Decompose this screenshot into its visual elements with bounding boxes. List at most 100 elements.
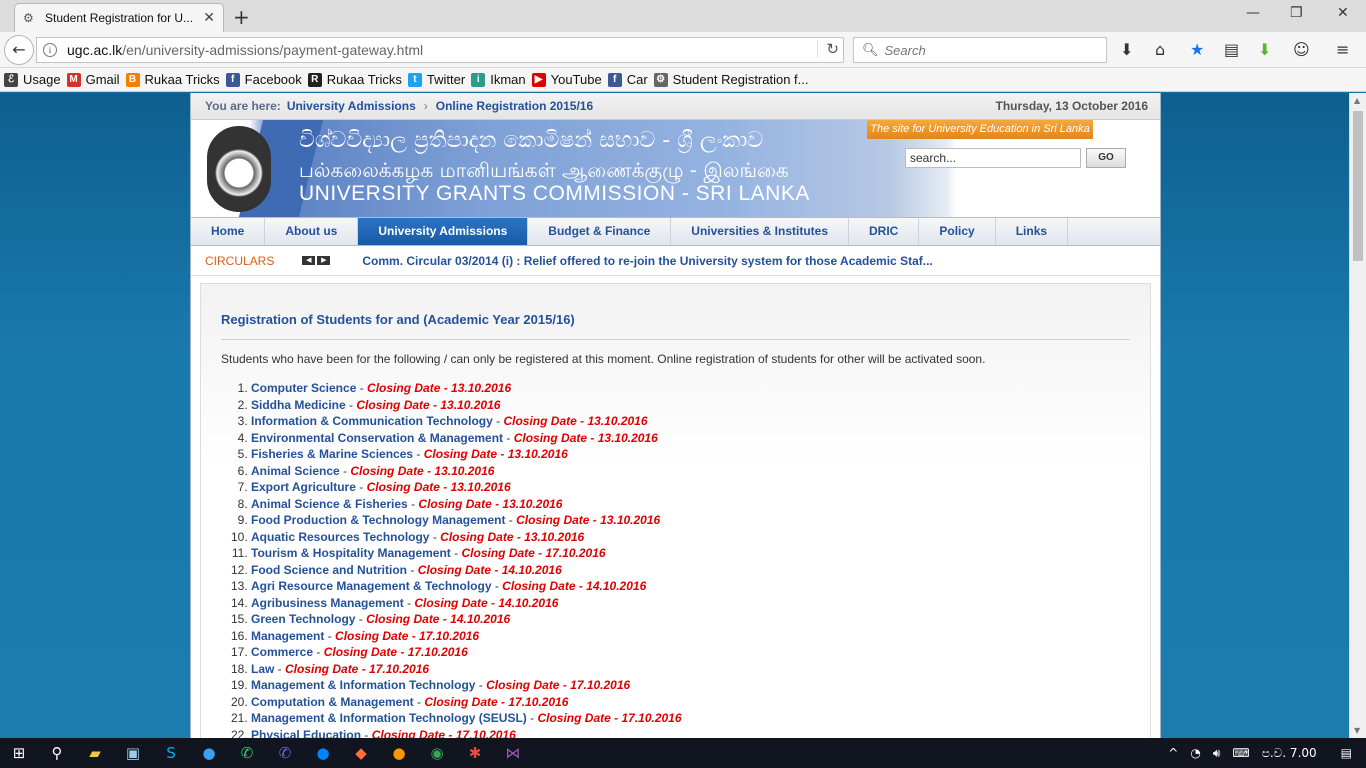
bookmark-item[interactable]: i Ikman: [471, 72, 526, 87]
rk-icon: R: [307, 72, 322, 87]
course-link[interactable]: Animal Science & Fisheries: [251, 497, 408, 511]
list-item: Tourism & Hospitality Management - Closi…: [251, 545, 1130, 562]
bookmark-label: Car: [626, 72, 648, 87]
show-hidden-icons-icon[interactable]: ^: [1168, 746, 1178, 760]
url-text: ugc.ac.lk/en/university-admissions/payme…: [67, 42, 424, 58]
notifications-icon[interactable]: ▤: [1341, 746, 1352, 760]
start-windows-icon[interactable]: ⊞: [0, 738, 38, 768]
ugc-emblem-logo[interactable]: [207, 126, 271, 212]
course-link[interactable]: Agribusiness Management: [251, 596, 404, 610]
language-icon[interactable]: ⌨: [1232, 746, 1249, 760]
minimize-icon[interactable]: —: [1246, 5, 1260, 21]
clock[interactable]: ප.ව. 7.00: [1262, 746, 1317, 761]
bookmark-item[interactable]: f Facebook: [225, 72, 302, 87]
nav-item-dric[interactable]: DRIC: [849, 218, 920, 245]
course-link[interactable]: Aquatic Resources Technology: [251, 530, 429, 544]
bookmark-item[interactable]: ▶ YouTube: [531, 72, 602, 87]
file-explorer-icon[interactable]: ▰: [76, 738, 114, 768]
course-link[interactable]: Commerce: [251, 645, 313, 659]
nav-item-university-admissions[interactable]: University Admissions: [358, 218, 529, 245]
course-link[interactable]: Food Production & Technology Management: [251, 513, 505, 527]
imo-icon[interactable]: ●: [190, 738, 228, 768]
search-icon[interactable]: ⚲: [38, 738, 76, 768]
nav-item-budget-finance[interactable]: Budget & Finance: [528, 218, 672, 245]
bookmark-item[interactable]: M Gmail: [66, 72, 120, 87]
messenger-icon[interactable]: ●: [304, 738, 342, 768]
course-link[interactable]: Environmental Conservation & Management: [251, 431, 503, 445]
reload-icon[interactable]: ↻: [817, 40, 839, 58]
course-link[interactable]: Law: [251, 662, 274, 676]
circular-link[interactable]: Comm. Circular 03/2014 (i) : Relief offe…: [362, 254, 932, 268]
skype-icon[interactable]: S: [152, 738, 190, 768]
youtube-icon: ▶: [531, 72, 546, 87]
previous-arrow-icon[interactable]: ◀: [302, 256, 316, 265]
chrome-icon[interactable]: ◉: [418, 738, 456, 768]
course-link[interactable]: Siddha Medicine: [251, 398, 346, 412]
bookmark-item[interactable]: t Twitter: [407, 72, 465, 87]
tab-title: Student Registration for U...: [45, 11, 194, 25]
breadcrumb-university-admissions[interactable]: University Admissions: [287, 99, 416, 113]
course-link[interactable]: Management & Information Technology: [251, 678, 475, 692]
search-bar[interactable]: 🔍︎ Search: [853, 37, 1107, 63]
ugc-site: You are here: University Admissions › On…: [190, 93, 1161, 738]
course-link[interactable]: Information & Communication Technology: [251, 414, 493, 428]
browser-tab[interactable]: ⚙ Student Registration for U... ✕: [14, 3, 224, 32]
course-link[interactable]: Green Technology: [251, 612, 355, 626]
breadcrumb-online-registration[interactable]: Online Registration 2015/16: [436, 99, 593, 113]
firefox-icon[interactable]: ●: [380, 738, 418, 768]
photos-icon[interactable]: ▣: [114, 738, 152, 768]
nav-item-policy[interactable]: Policy: [919, 218, 996, 245]
page-scrollbar[interactable]: ▲ ▼: [1349, 93, 1366, 738]
site-search-input[interactable]: search...: [905, 148, 1081, 168]
info-icon[interactable]: i: [43, 43, 57, 57]
bookmark-star-icon[interactable]: ★: [1190, 40, 1204, 59]
course-link[interactable]: Food Science and Nutrition: [251, 563, 407, 577]
visual-studio-icon[interactable]: ⋈: [494, 738, 532, 768]
course-link[interactable]: Management: [251, 629, 324, 643]
course-link[interactable]: Physical Education: [251, 728, 361, 739]
home-icon[interactable]: ⌂: [1155, 40, 1165, 59]
next-arrow-icon[interactable]: ▶: [317, 256, 331, 265]
menu-icon[interactable]: ≡: [1336, 40, 1349, 59]
nav-item-about-us[interactable]: About us: [265, 218, 359, 245]
site-search-go-button[interactable]: GO: [1086, 148, 1126, 168]
download-icon[interactable]: ⬇: [1120, 40, 1133, 59]
course-link[interactable]: Computation & Management: [251, 695, 414, 709]
nav-item-home[interactable]: Home: [191, 218, 266, 245]
course-link[interactable]: Agri Resource Management & Technology: [251, 579, 492, 593]
restore-icon[interactable]: ❐: [1290, 5, 1303, 21]
volume-icon[interactable]: 🔊︎: [1213, 746, 1221, 761]
list-item: Green Technology - Closing Date - 14.10.…: [251, 611, 1130, 628]
address-bar[interactable]: i ugc.ac.lk/en/university-admissions/pay…: [36, 37, 844, 63]
nav-item-links[interactable]: Links: [996, 218, 1069, 245]
bookmark-item[interactable]: R Rukaa Tricks: [307, 72, 402, 87]
scrollbar-thumb[interactable]: [1353, 111, 1363, 261]
nav-item-universities-institutes[interactable]: Universities & Institutes: [671, 218, 850, 245]
close-window-icon[interactable]: ✕: [1337, 5, 1349, 21]
course-link[interactable]: Fisheries & Marine Sciences: [251, 447, 413, 461]
smiley-icon[interactable]: ☺: [1293, 40, 1310, 59]
site-title-english: UNIVERSITY GRANTS COMMISSION - SRI LANKA: [299, 182, 810, 205]
course-link[interactable]: Animal Science: [251, 464, 340, 478]
close-tab-icon[interactable]: ✕: [203, 10, 215, 26]
tool-icon[interactable]: ✱: [456, 738, 494, 768]
scroll-down-icon[interactable]: ▼: [1354, 726, 1360, 735]
bookmark-item[interactable]: f Car: [607, 72, 648, 87]
bookmark-item[interactable]: ⚙ Student Registration f...: [653, 72, 809, 87]
whatsapp-icon[interactable]: ✆: [228, 738, 266, 768]
new-tab-button[interactable]: +: [233, 5, 250, 29]
main-content: Registration of Students for and (Academ…: [200, 283, 1151, 738]
course-link[interactable]: Export Agriculture: [251, 480, 356, 494]
viber-icon[interactable]: ✆: [266, 738, 304, 768]
wifi-icon[interactable]: ◔: [1190, 746, 1200, 760]
course-link[interactable]: Computer Science: [251, 381, 356, 395]
course-link[interactable]: Management & Information Technology (SEU…: [251, 711, 527, 725]
course-link[interactable]: Tourism & Hospitality Management: [251, 546, 451, 560]
bookmark-item[interactable]: B Rukaa Tricks: [125, 72, 220, 87]
scroll-up-icon[interactable]: ▲: [1354, 96, 1360, 105]
reading-list-icon[interactable]: ▤: [1224, 40, 1239, 59]
bookmark-item[interactable]: ℰ Usage: [4, 72, 61, 87]
app-icon[interactable]: ◆: [342, 738, 380, 768]
back-button[interactable]: ←: [4, 35, 34, 65]
download-helper-icon[interactable]: ⬇: [1258, 40, 1271, 59]
